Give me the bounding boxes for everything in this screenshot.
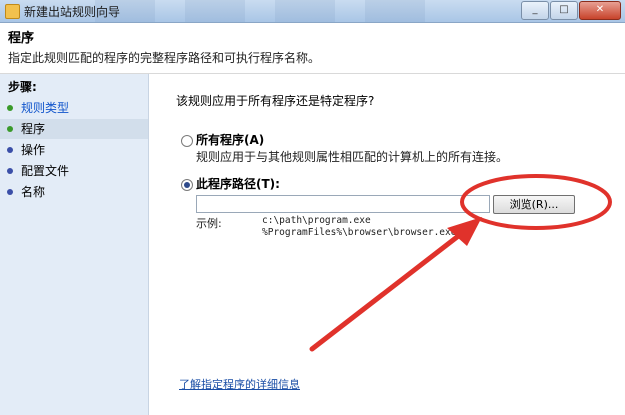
step-label: 操作 [21, 143, 46, 157]
step-program[interactable]: 程序 [0, 119, 148, 139]
program-path-label[interactable]: 此程序路径(T): [196, 175, 280, 192]
window-title: 新建出站规则向导 [24, 5, 121, 19]
step-label: 程序 [21, 122, 46, 136]
wizard-content: 该规则应用于所有程序还是特定程序? 所有程序(A) 规则应用于与其他规则属性相匹… [149, 74, 625, 415]
step-done-dot-icon [7, 105, 13, 111]
step-action[interactable]: 操作 [0, 140, 148, 160]
step-label: 名称 [21, 185, 46, 199]
example-path-line: %ProgramFiles%\browser\browser.exe [262, 227, 457, 238]
step-label: 规则类型 [21, 101, 70, 115]
step-current-dot-icon [7, 126, 13, 132]
example-label: 示例: [196, 217, 222, 230]
step-rule-type[interactable]: 规则类型 [0, 98, 148, 118]
minimize-button[interactable]: _ [521, 1, 549, 20]
page-description: 指定此规则匹配的程序的完整程序路径和可执行程序名称。 [8, 51, 321, 65]
step-pending-dot-icon [7, 147, 13, 153]
window-controls: _ □ ✕ [520, 1, 621, 20]
steps-title: 步骤: [8, 80, 37, 94]
scope-question: 该规则应用于所有程序还是特定程序? [176, 94, 375, 108]
browse-button[interactable]: 浏览(R)... [493, 195, 575, 214]
maximize-button[interactable]: □ [550, 1, 578, 20]
steps-sidebar: 步骤: 规则类型 程序 操作 配置文件 名称 [0, 74, 149, 415]
step-name[interactable]: 名称 [0, 182, 148, 202]
all-programs-label[interactable]: 所有程序(A) [196, 131, 264, 148]
step-profile[interactable]: 配置文件 [0, 161, 148, 181]
step-pending-dot-icon [7, 189, 13, 195]
step-label: 配置文件 [21, 164, 70, 178]
title-bar: 新建出站规则向导 _ □ ✕ [0, 0, 625, 23]
learn-more-link[interactable]: 了解指定程序的详细信息 [179, 376, 300, 392]
background-window-ghost [95, 0, 435, 22]
program-path-radio[interactable] [181, 179, 193, 191]
close-button[interactable]: ✕ [579, 1, 621, 20]
example-paths: c:\path\program.exe %ProgramFiles%\brows… [262, 215, 456, 239]
step-pending-dot-icon [7, 168, 13, 174]
all-programs-radio[interactable] [181, 135, 193, 147]
example-path-line: c:\path\program.exe [262, 215, 371, 226]
program-path-input[interactable] [196, 195, 490, 213]
page-title: 程序 [8, 31, 35, 46]
all-programs-description: 规则应用于与其他规则属性相匹配的计算机上的所有连接。 [196, 150, 509, 164]
wizard-header: 程序 指定此规则匹配的程序的完整程序路径和可执行程序名称。 [0, 23, 625, 74]
app-icon [5, 4, 20, 19]
